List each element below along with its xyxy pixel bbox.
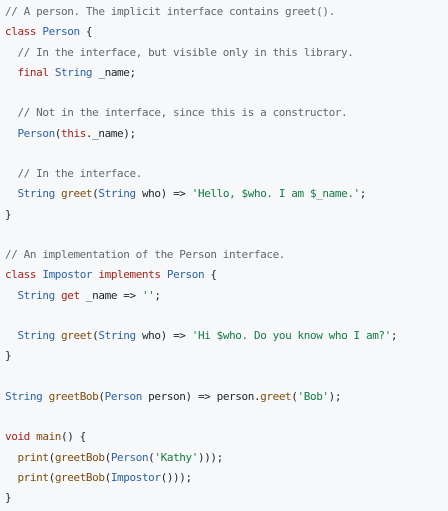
code-line: String greet(String who) => 'Hi $who. Do…: [5, 326, 448, 346]
code-line: print(greetBob(Impostor()));: [5, 468, 448, 488]
code-token-func: print: [17, 450, 49, 464]
code-line: class Person {: [5, 22, 448, 42]
code-token-keyword: this: [61, 126, 86, 140]
code-token-plain: {: [204, 268, 217, 282]
code-token-plain: () {: [61, 430, 86, 444]
code-token-keyword: final: [17, 65, 49, 79]
code-line: // Not in the interface, since this is a…: [5, 103, 448, 123]
code-token-plain: }: [5, 349, 12, 363]
code-token-type: Person: [110, 450, 149, 464]
code-token-func: greet: [260, 389, 292, 403]
code-token-type: Impostor: [110, 470, 161, 484]
code-token-comment: // An implementation of the Person inter…: [5, 248, 286, 261]
code-token-type: String: [17, 329, 55, 342]
code-token-plain: ;: [390, 329, 398, 342]
code-token-plain: ()));: [160, 470, 193, 484]
code-token-plain: }: [5, 491, 12, 504]
code-token-func: main: [36, 430, 62, 444]
code-token-plain: who) =>: [135, 187, 192, 201]
code-token-func: greetBob: [54, 450, 105, 464]
code-token-plain: who) =>: [135, 329, 192, 342]
code-token-string: 'Hello, $who. I am $_name.': [191, 187, 360, 201]
code-line: }: [5, 488, 448, 508]
code-token-type: String: [54, 65, 93, 79]
code-line: void main() {: [5, 427, 448, 447]
code-token-type: Person: [166, 268, 205, 282]
code-token-type: String: [17, 288, 55, 302]
code-token-keyword: class: [5, 268, 37, 282]
code-token-func: print: [17, 470, 49, 484]
code-token-type: String: [98, 187, 136, 201]
code-token-plain: {: [79, 25, 93, 39]
code-line: // In the interface.: [5, 164, 448, 184]
code-token-plain: _name;: [92, 65, 136, 79]
code-token-plain: );: [328, 389, 342, 403]
code-token-plain: ._name);: [85, 126, 136, 140]
code-token-type: Impostor: [42, 268, 93, 282]
code-line: // An implementation of the Person inter…: [5, 245, 448, 265]
code-token-keyword: implements: [98, 268, 161, 282]
code-token-type: String: [5, 389, 43, 403]
code-line: }: [5, 346, 448, 366]
code-block: // A person. The implicit interface cont…: [0, 0, 448, 511]
code-line: class Impostor implements Person {: [5, 265, 448, 285]
code-token-comment: // A person. The implicit interface cont…: [5, 5, 335, 18]
code-token-type: Person: [42, 25, 80, 39]
code-token-type: String: [98, 329, 136, 342]
code-token-string: 'Bob': [297, 389, 330, 403]
code-line: print(greetBob(Person('Kathy')));: [5, 448, 448, 468]
code-token-func: greetBob: [54, 470, 105, 484]
code-token-func: greet: [61, 187, 93, 201]
code-line: final String _name;: [5, 63, 448, 83]
code-token-keyword: void: [5, 430, 30, 444]
code-line: // In the interface, but visible only in…: [5, 43, 448, 63]
code-line: // A person. The implicit interface cont…: [5, 2, 448, 22]
code-token-plain: ;: [359, 187, 367, 201]
code-line: String greet(String who) => 'Hello, $who…: [5, 184, 448, 204]
code-token-plain: )));: [197, 450, 223, 464]
code-token-func: greetBob: [48, 389, 99, 403]
code-token-comment: // Not in the interface, since this is a…: [17, 106, 348, 120]
code-line: Person(this._name);: [5, 124, 448, 144]
code-token-keyword: class: [5, 25, 37, 39]
code-token-plain: _name =>: [79, 288, 142, 302]
code-token-plain: }: [5, 207, 12, 221]
code-token-string: 'Kathy': [154, 450, 198, 464]
code-token-keyword: get: [61, 288, 80, 302]
code-token-type: String: [17, 187, 55, 201]
code-token-comment: // In the interface, but visible only in…: [17, 45, 354, 59]
code-token-func: greet: [61, 329, 93, 342]
code-line: String get _name => '';: [5, 286, 448, 306]
code-token-plain: person) => person.: [141, 389, 261, 403]
code-token-type: Person: [17, 126, 55, 140]
code-token-string: 'Hi $who. Do you know who I am?': [191, 329, 392, 342]
code-token-comment: // In the interface.: [17, 167, 142, 180]
code-line: String greetBob(Person person) => person…: [5, 387, 448, 407]
code-token-plain: ;: [154, 288, 161, 302]
code-token-string: '': [141, 288, 155, 302]
code-line: }: [5, 205, 448, 225]
code-token-type: Person: [104, 389, 143, 403]
